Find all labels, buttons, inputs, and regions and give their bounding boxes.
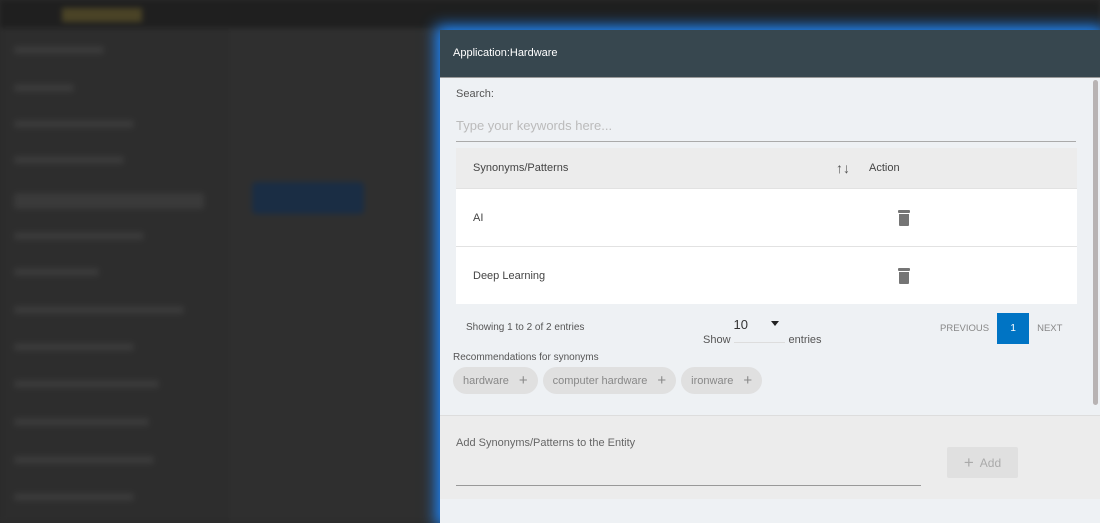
chip-computer-hardware[interactable]: computer hardware + [542,367,677,394]
next-button[interactable]: NEXT [1037,323,1062,334]
plus-icon: + [743,372,753,389]
background-logo [62,8,142,22]
dropdown-arrow-icon [770,321,779,326]
page-1-button[interactable]: 1 [997,313,1030,344]
page-size-control: Show 10 entries [703,315,822,346]
background-topbar [0,0,1100,28]
pagination: PREVIOUS 1 NEXT [940,313,1062,344]
column-header-action: Action [869,162,900,174]
recommendations-label: Recommendations for synonyms [453,352,599,363]
add-synonym-section: Add Synonyms/Patterns to the Entity + Add [440,415,1100,499]
plus-icon: + [657,372,667,389]
add-synonym-label: Add Synonyms/Patterns to the Entity [456,437,636,449]
recommendation-chips: hardware + computer hardware + ironware + [453,367,763,394]
synonyms-table: Synonyms/Patterns ↑↓ Action AI Deep Lear… [456,148,1077,304]
table-header: Synonyms/Patterns ↑↓ Action [456,148,1077,188]
sort-icon[interactable]: ↑↓ [836,160,866,176]
column-header-synonyms[interactable]: Synonyms/Patterns [456,162,836,174]
table-row: Deep Learning [456,246,1077,304]
chip-ironware[interactable]: ironware + [681,367,763,394]
page-size-value: 10 [733,317,748,332]
entity-modal: Application:Hardware Search: Synonyms/Pa… [440,30,1100,523]
background-main [228,28,440,523]
scrollbar[interactable] [1093,80,1098,405]
previous-button[interactable]: PREVIOUS [940,323,989,334]
add-synonym-input[interactable] [456,452,921,486]
entries-info: Showing 1 to 2 of 2 entries [466,322,585,333]
plus-icon: + [963,452,974,472]
add-button[interactable]: + Add [947,447,1018,478]
plus-icon: + [518,372,528,389]
search-label: Search: [456,88,494,100]
show-label: Show [703,334,731,346]
delete-icon[interactable] [898,267,910,284]
search-input[interactable] [456,110,1076,142]
delete-icon[interactable] [898,209,910,226]
table-row: AI [456,188,1077,246]
background-button [252,182,364,214]
page-size-select[interactable]: 10 [733,315,785,343]
entries-label: entries [788,334,822,346]
background-sidebar [0,28,225,523]
synonym-value: AI [473,211,484,224]
chip-hardware[interactable]: hardware + [453,367,538,394]
synonym-value: Deep Learning [473,269,546,282]
modal-title: Application:Hardware [440,30,1100,78]
